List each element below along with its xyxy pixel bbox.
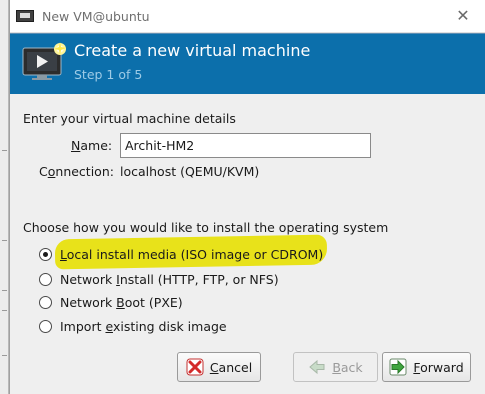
new-vm-dialog: New VM@ubuntu ✕ Create a new virtual mac… [9, 0, 485, 394]
connection-value: localhost (QEMU/KVM) [120, 164, 260, 179]
radio-label-network-boot: Network Boot (PXE) [60, 295, 183, 310]
name-label: Name: [71, 138, 113, 153]
cancel-label: Cancel [209, 359, 253, 375]
radio-button[interactable] [39, 296, 52, 309]
window-title: New VM@ubuntu [42, 8, 150, 24]
radio-label-import-disk: Import existing disk image [60, 319, 227, 334]
red-x-icon [186, 358, 204, 376]
forward-arrow-icon [389, 358, 407, 376]
connection-label: Connection: [39, 164, 114, 179]
window-titlebar[interactable]: New VM@ubuntu ✕ [10, 0, 485, 33]
virtual-machine-monitor-icon [22, 42, 66, 80]
wizard-title: Create a new virtual machine [74, 41, 311, 60]
wizard-header: Create a new virtual machine Step 1 of 5 [10, 33, 485, 94]
install-method-heading: Choose how you would like to install the… [23, 220, 389, 235]
vm-name-input[interactable] [120, 133, 371, 158]
back-label: Back [332, 359, 363, 375]
radio-button[interactable] [39, 320, 52, 333]
cancel-button[interactable]: Cancel [177, 352, 261, 382]
back-arrow-icon [309, 359, 325, 375]
forward-button[interactable]: Forward [382, 352, 471, 382]
radio-label-local-install: Local install media (ISO image or CDROM) [60, 247, 324, 262]
radio-network-install[interactable]: Network Install (HTTP, FTP, or NFS) [39, 272, 279, 287]
wizard-step-indicator: Step 1 of 5 [74, 67, 143, 82]
radio-button-selected[interactable] [39, 248, 52, 261]
radio-label-network-install: Network Install (HTTP, FTP, or NFS) [60, 272, 279, 287]
close-icon[interactable]: ✕ [455, 8, 471, 24]
forward-label: Forward [413, 359, 464, 375]
back-button[interactable]: Back [293, 352, 378, 382]
desktop-background-strip [0, 0, 9, 394]
radio-import-disk[interactable]: Import existing disk image [39, 319, 227, 334]
virt-manager-app-icon [16, 10, 34, 22]
radio-button[interactable] [39, 273, 52, 286]
radio-local-install-media[interactable]: Local install media (ISO image or CDROM) [39, 247, 323, 262]
radio-network-boot[interactable]: Network Boot (PXE) [39, 295, 183, 310]
vm-details-heading: Enter your virtual machine details [23, 111, 236, 126]
